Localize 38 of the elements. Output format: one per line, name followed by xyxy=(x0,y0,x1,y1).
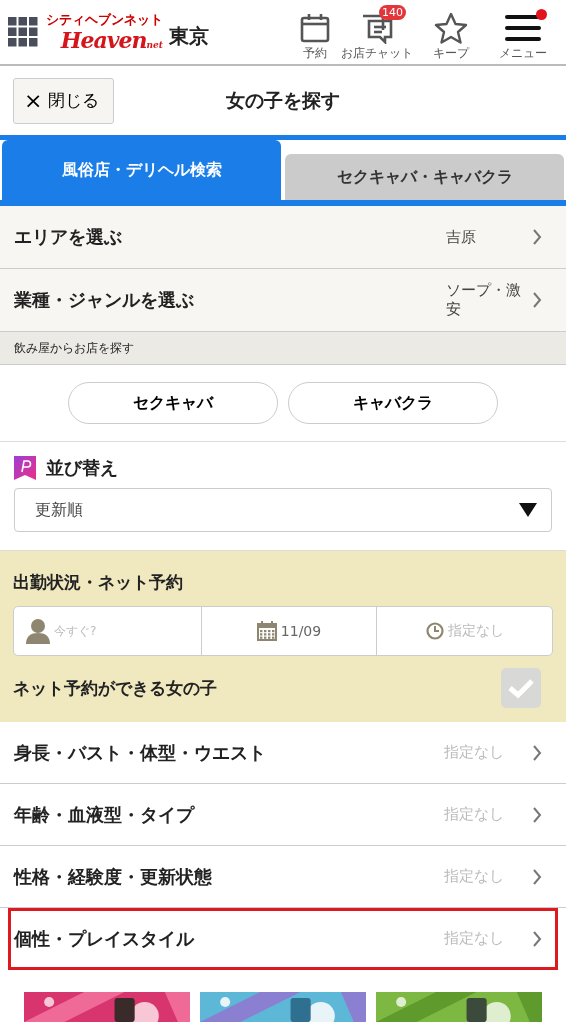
apps-grid-icon[interactable] xyxy=(8,17,38,47)
option-label: ネット予約ができる女の子 xyxy=(13,676,217,700)
section-heading: 飲み屋からお店を探す xyxy=(0,332,566,365)
bookmark-p-icon xyxy=(14,456,36,480)
checkmark-icon xyxy=(507,677,535,699)
nav-button[interactable]: メニュー xyxy=(488,2,558,62)
nav-button[interactable]: 予約 xyxy=(292,2,338,62)
filter-row[interactable]: 個性・プレイスタイル 指定なし xyxy=(8,908,558,970)
close-button[interactable]: × 閉じる xyxy=(13,77,115,124)
page-title: 女の子を探す xyxy=(226,87,340,113)
count-badge: 140 xyxy=(379,4,406,20)
chevron-right-icon xyxy=(532,291,542,309)
filter-row[interactable]: 身長・バスト・体型・ウエスト 指定なし xyxy=(0,722,566,784)
category-button[interactable]: キャバクラ xyxy=(288,382,498,424)
calendar-icon xyxy=(299,11,331,44)
menu-icon xyxy=(505,12,541,43)
chevron-right-icon xyxy=(532,867,542,886)
chevron-right-icon xyxy=(532,805,542,824)
nav-button[interactable]: キープ xyxy=(416,2,486,62)
filter-row[interactable]: エリアを選ぶ 吉原 xyxy=(0,206,566,269)
site-logo[interactable]: シティヘブンネット Heavennet xyxy=(46,12,163,52)
sort-label: 並び替え xyxy=(46,456,118,480)
chevron-right-icon xyxy=(532,929,542,948)
category-button[interactable]: セクキャバ xyxy=(68,382,278,424)
region-label: 東京 xyxy=(169,22,209,50)
star-icon xyxy=(434,11,468,44)
dropdown-triangle-icon xyxy=(519,503,537,517)
checkbox[interactable] xyxy=(501,668,541,708)
filter-row[interactable]: 性格・経験度・更新状態 指定なし xyxy=(0,846,566,908)
chevron-right-icon xyxy=(532,743,542,762)
search-tab[interactable]: 風俗店・デリヘル検索 xyxy=(2,140,281,200)
nav-button[interactable]: 140 お店チャット xyxy=(340,2,414,62)
filter-row[interactable]: 業種・ジャンルを選ぶ ソープ・激安 xyxy=(0,269,566,332)
sort-select[interactable]: 更新順 xyxy=(14,488,552,532)
section-heading: 出勤状況・ネット予約 xyxy=(13,571,184,594)
filter-row[interactable]: 年齢・血液型・タイプ 指定なし xyxy=(0,784,566,846)
search-tab[interactable]: セクキャバ・キャバクラ xyxy=(285,154,564,200)
chevron-right-icon xyxy=(532,228,542,246)
